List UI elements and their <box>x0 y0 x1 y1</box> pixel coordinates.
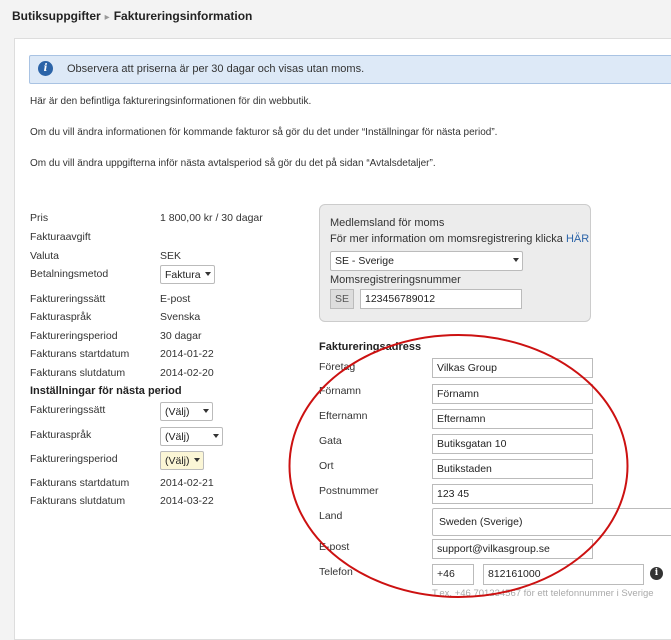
telefon-prefix-input[interactable]: +46 <box>432 564 474 585</box>
vat-country-select[interactable]: SE - Sverige <box>330 251 523 271</box>
fornamn-input[interactable]: Förnamn <box>432 384 593 404</box>
faktureringssatt-label: Faktureringssätt <box>30 293 106 305</box>
gata-label: Gata <box>319 435 342 447</box>
efternamn-input[interactable]: Efternamn <box>432 409 593 429</box>
info-icon[interactable]: i <box>650 567 663 580</box>
breadcrumb: Butiksuppgifter ▸ Faktureringsinformation <box>12 9 252 23</box>
startdatum-value: 2014-01-22 <box>160 348 214 360</box>
chevron-down-icon <box>213 434 219 438</box>
land-label: Land <box>319 510 343 522</box>
betalningsmetod-label: Betalningsmetod <box>30 268 109 280</box>
chevron-down-icon <box>513 258 519 262</box>
valuta-label: Valuta <box>30 250 59 262</box>
pris-label: Pris <box>30 212 49 224</box>
notice-text: Observera att priserna är per 30 dagar o… <box>67 63 365 75</box>
land-select-value: Sweden (Sverige) <box>439 516 523 528</box>
epost-input[interactable]: support@vilkasgroup.se <box>432 539 593 559</box>
chevron-down-icon <box>194 458 200 462</box>
slutdatum-value: 2014-02-20 <box>160 367 214 379</box>
vat-country-value: SE - Sverige <box>335 255 394 267</box>
next-period-heading: Inställningar för nästa period <box>30 385 182 397</box>
gata-input[interactable]: Butiksgatan 10 <box>432 434 593 454</box>
next-faktureringsperiod-select[interactable]: (Välj) <box>160 451 204 470</box>
vat-info-text: För mer information om momsregistrering … <box>330 233 563 245</box>
telefon-hint: T.ex. +46 701234567 för ett telefonnumme… <box>432 588 654 599</box>
efternamn-label: Efternamn <box>319 410 368 422</box>
next-faktureringssatt-label: Faktureringssätt <box>30 404 106 416</box>
change-info-paragraph: Om du vill ändra informationen för komma… <box>30 127 498 138</box>
pris-value: 1 800,00 kr / 30 dagar <box>160 212 263 224</box>
next-fakturasprak-select[interactable]: (Välj) <box>160 427 223 446</box>
land-select[interactable]: Sweden (Sverige) <box>432 508 671 536</box>
postnummer-input[interactable]: 123 45 <box>432 484 593 504</box>
fornamn-label: Förnamn <box>319 385 362 397</box>
telefon-label: Telefon <box>319 566 353 578</box>
fakturaavgift-label: Fakturaavgift <box>30 231 91 243</box>
fakturasprak-label: Fakturaspråk <box>30 311 92 323</box>
next-faktureringsperiod-label: Faktureringsperiod <box>30 453 118 465</box>
next-faktureringssatt-select-value: (Välj) <box>165 406 190 418</box>
next-fakturasprak-label: Fakturaspråk <box>30 429 92 441</box>
next-faktureringssatt-select[interactable]: (Välj) <box>160 402 213 421</box>
address-heading: Faktureringsadress <box>319 341 422 353</box>
next-fakturasprak-select-value: (Välj) <box>165 431 190 443</box>
slutdatum-label: Fakturans slutdatum <box>30 367 126 379</box>
next-slutdatum-value: 2014-03-22 <box>160 495 214 507</box>
epost-label: E-post <box>319 541 350 553</box>
foretag-label: Företag <box>319 361 356 373</box>
ort-input[interactable]: Butikstaden <box>432 459 593 479</box>
vat-title: Medlemsland för moms <box>330 217 445 229</box>
next-startdatum-label: Fakturans startdatum <box>30 477 130 489</box>
intro-paragraph: Här är den befintliga faktureringsinform… <box>30 96 312 107</box>
next-slutdatum-label: Fakturans slutdatum <box>30 495 126 507</box>
breadcrumb-separator: ▸ <box>104 12 110 23</box>
ort-label: Ort <box>319 460 334 472</box>
info-icon: i <box>38 61 53 76</box>
startdatum-label: Fakturans startdatum <box>30 348 130 360</box>
faktureringssatt-value: E-post <box>160 293 191 305</box>
breadcrumb-current: Faktureringsinformation <box>113 9 253 23</box>
faktureringsperiod-label: Faktureringsperiod <box>30 330 118 342</box>
vat-info-link[interactable]: HÄR <box>566 233 589 245</box>
vat-regnr-input[interactable]: 123456789012 <box>360 289 522 309</box>
fakturasprak-value: Svenska <box>160 311 201 323</box>
valuta-value: SEK <box>160 250 182 262</box>
betalningsmetod-select[interactable]: Faktura <box>160 265 215 284</box>
faktureringsperiod-value: 30 dagar <box>160 330 202 342</box>
vat-info: För mer information om momsregistrering … <box>330 233 589 245</box>
chevron-down-icon <box>203 409 209 413</box>
foretag-input[interactable]: Vilkas Group <box>432 358 593 378</box>
postnummer-label: Postnummer <box>319 485 379 497</box>
vat-regnr-label: Momsregistreringsnummer <box>330 274 461 286</box>
change-agreement-paragraph: Om du vill ändra uppgifterna inför nästa… <box>30 158 436 169</box>
vat-regnr-prefix: SE <box>330 289 354 309</box>
next-faktureringsperiod-select-value: (Välj) <box>165 455 190 467</box>
notice-banner: i Observera att priserna är per 30 dagar… <box>29 55 671 84</box>
vat-box: Medlemsland för moms För mer information… <box>319 204 591 322</box>
next-startdatum-value: 2014-02-21 <box>160 477 214 489</box>
breadcrumb-root[interactable]: Butiksuppgifter <box>12 9 101 23</box>
chevron-down-icon <box>205 272 211 276</box>
telefon-input[interactable]: 812161000 <box>483 564 644 585</box>
betalningsmetod-select-value: Faktura <box>165 269 201 281</box>
